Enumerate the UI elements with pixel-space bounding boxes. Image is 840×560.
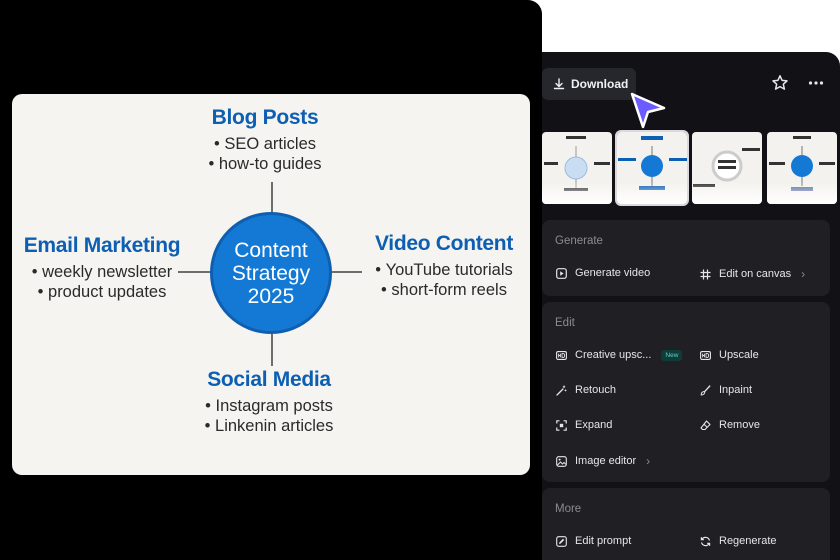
connector-bottom <box>271 334 273 366</box>
node-item: how-to guides <box>190 154 340 174</box>
action-label: Retouch <box>575 384 616 396</box>
eraser-icon <box>700 419 711 430</box>
creative-upscale-button[interactable]: Creative upsc... New <box>556 349 683 361</box>
action-label: Edit prompt <box>575 535 632 547</box>
action-label: Expand <box>575 419 613 431</box>
node-item: YouTube tutorials <box>364 260 524 280</box>
brush-icon <box>700 384 711 396</box>
retouch-button[interactable]: Retouch <box>556 384 616 396</box>
variant-thumbnails <box>542 130 840 206</box>
expand-button[interactable]: Expand <box>556 419 612 431</box>
action-label: Inpaint <box>719 384 753 396</box>
node-title: Video Content <box>374 232 514 255</box>
node-item: SEO articles <box>190 134 340 154</box>
action-label: Generate video <box>575 267 651 279</box>
expand-icon <box>556 419 567 431</box>
hd-icon <box>700 350 711 360</box>
node-blog-posts: Blog Posts SEO articles how-to guides <box>190 106 340 174</box>
node-title: Email Marketing <box>23 234 181 257</box>
magic-wand-icon <box>556 385 567 396</box>
refresh-icon <box>700 536 711 546</box>
section-title: Edit <box>555 317 575 329</box>
section-title: More <box>555 503 582 515</box>
edit-on-canvas-button[interactable]: Edit on canvas › <box>700 267 805 281</box>
pointer-cursor-icon <box>630 92 666 129</box>
center-line-3: 2025 <box>247 284 295 308</box>
thumbnail-2-selected[interactable] <box>615 130 689 206</box>
mindmap-image[interactable]: Content Strategy 2025 Blog Posts SEO art… <box>12 94 530 475</box>
download-button[interactable]: Download <box>542 68 636 100</box>
node-title: Blog Posts <box>211 106 319 129</box>
remove-button[interactable]: Remove <box>700 419 760 431</box>
thumbnail-4[interactable] <box>767 132 837 204</box>
image-icon <box>556 455 567 467</box>
action-label: Edit on canvas <box>719 268 792 280</box>
node-social-media: Social Media Instagram posts Linkenin ar… <box>194 368 344 436</box>
node-video-content: Video Content YouTube tutorials short-fo… <box>364 232 524 300</box>
action-label: Upscale <box>719 349 759 361</box>
more-section: More Edit prompt Regenerate <box>542 488 830 560</box>
thumbnail-1[interactable] <box>542 132 612 204</box>
node-item: Instagram posts <box>194 396 344 416</box>
edit-icon <box>556 535 567 547</box>
mindmap-center-node: Content Strategy 2025 <box>210 212 332 334</box>
node-item: Linkenin articles <box>194 416 344 436</box>
image-editor-button[interactable]: Image editor › <box>556 454 650 468</box>
upscale-button[interactable]: Upscale <box>700 349 759 361</box>
image-viewer: Content Strategy 2025 Blog Posts SEO art… <box>0 0 542 560</box>
hd-icon <box>556 350 567 360</box>
chevron-right-icon: › <box>801 267 806 281</box>
edit-prompt-button[interactable]: Edit prompt <box>556 535 631 547</box>
action-label: Remove <box>719 419 760 431</box>
connector-top <box>271 182 273 214</box>
generate-section: Generate Generate video Edit on canvas › <box>542 220 830 296</box>
regenerate-button[interactable]: Regenerate <box>700 535 777 547</box>
action-label: Regenerate <box>719 535 777 547</box>
center-line-2: Strategy <box>231 261 311 285</box>
node-item: weekly newsletter <box>16 262 188 282</box>
center-line-1: Content <box>234 238 308 262</box>
action-label: Creative upsc... <box>575 349 652 361</box>
action-label: Image editor <box>575 455 637 467</box>
grid-hash-icon <box>700 269 711 279</box>
play-square-icon <box>556 267 567 279</box>
connector-right <box>332 271 362 273</box>
node-title: Social Media <box>207 368 331 391</box>
panel-topbar: Download <box>542 52 840 116</box>
more-horizontal-icon[interactable] <box>807 74 825 92</box>
generate-video-button[interactable]: Generate video <box>556 267 650 279</box>
actions-panel: Download Generate Generate video Edit on… <box>542 52 840 560</box>
node-item: product updates <box>16 282 188 302</box>
inpaint-button[interactable]: Inpaint <box>700 384 752 396</box>
star-icon[interactable] <box>771 74 789 92</box>
node-email-marketing: Email Marketing weekly newsletter produc… <box>16 234 188 302</box>
download-icon <box>553 78 565 90</box>
download-label: Download <box>571 77 629 91</box>
node-item: short-form reels <box>364 280 524 300</box>
new-badge: New <box>661 349 683 361</box>
thumbnail-3[interactable] <box>692 132 762 204</box>
section-title: Generate <box>555 235 603 247</box>
chevron-right-icon: › <box>646 454 651 468</box>
edit-section: Edit Creative upsc... New Upscale Retouc… <box>542 302 830 482</box>
